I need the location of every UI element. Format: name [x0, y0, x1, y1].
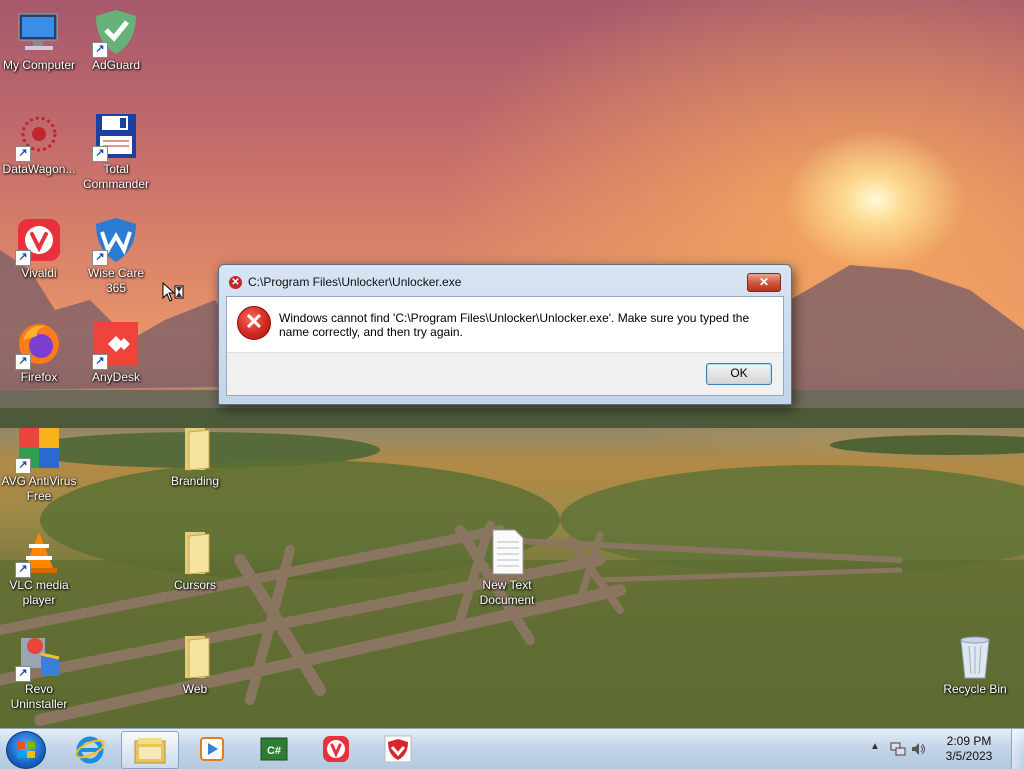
- vlc-cone-icon: ↗: [15, 528, 63, 578]
- desktop-icon-new-text-document[interactable]: New Text Document: [469, 528, 545, 608]
- shortcut-arrow-icon: ↗: [15, 354, 31, 370]
- close-button[interactable]: ✕: [747, 273, 781, 292]
- shortcut-arrow-icon: ↗: [92, 250, 108, 266]
- desktop-icon-label: New Text Document: [479, 578, 535, 607]
- folder-icon: [171, 632, 219, 680]
- dialog-title: C:\Program Files\Unlocker\Unlocker.exe: [248, 275, 462, 289]
- desktop-icon-revo[interactable]: ↗ Revo Uninstaller: [1, 632, 77, 712]
- folder-icon: [171, 424, 219, 472]
- recycle-bin-icon: [951, 632, 999, 680]
- desktop-icon-vivaldi[interactable]: ↗ Vivaldi: [1, 216, 77, 281]
- floppy-disk-icon: ↗: [92, 112, 140, 162]
- desktop-icon-label: Firefox: [20, 370, 58, 384]
- start-button[interactable]: [6, 731, 46, 769]
- show-desktop-button[interactable]: [1011, 729, 1024, 769]
- error-dialog: ✕ C:\Program Files\Unlocker\Unlocker.exe…: [218, 264, 792, 405]
- datawagon-icon: ↗: [15, 112, 63, 162]
- wise-care-shield-icon: ↗: [92, 216, 140, 266]
- desktop-icon-web[interactable]: Web: [157, 632, 233, 697]
- text-document-icon: [483, 528, 531, 576]
- desktop-icon-label: Vivaldi: [21, 266, 57, 280]
- desktop-icon-label: Branding: [170, 474, 220, 488]
- taskbar-internet-explorer[interactable]: [62, 731, 118, 767]
- clock-date: 3/5/2023: [945, 749, 993, 763]
- shortcut-arrow-icon: ↗: [92, 146, 108, 162]
- taskbar-adguard[interactable]: [370, 731, 426, 767]
- ok-button[interactable]: OK: [706, 363, 772, 385]
- desktop-icon-cursors[interactable]: Cursors: [157, 528, 233, 593]
- media-player-icon: [200, 737, 224, 761]
- shortcut-arrow-icon: ↗: [15, 562, 31, 578]
- error-icon: ✕: [237, 306, 271, 340]
- desktop-icon-anydesk[interactable]: ↗ AnyDesk: [78, 320, 154, 385]
- desktop-icon-label: VLC media player: [9, 578, 69, 607]
- desktop-icon-label: Revo Uninstaller: [10, 682, 68, 711]
- folder-icon: [171, 528, 219, 576]
- anydesk-icon: ↗: [92, 320, 140, 370]
- clock[interactable]: 2:09 PM 3/5/2023: [934, 734, 1004, 764]
- taskbar-file-explorer[interactable]: [121, 731, 179, 769]
- adguard-icon: [384, 735, 412, 763]
- show-hidden-icons-chevron-icon[interactable]: ▲: [870, 741, 880, 752]
- desktop-icon-recycle-bin[interactable]: Recycle Bin: [937, 632, 1013, 697]
- volume-icon[interactable]: [910, 741, 926, 757]
- desktop-icon-avg[interactable]: ↗ AVG AntiVirus Free: [1, 424, 77, 504]
- desktop-icon-vlc[interactable]: ↗ VLC media player: [1, 528, 77, 608]
- desktop-icon-firefox[interactable]: ↗ Firefox: [1, 320, 77, 385]
- desktop-icon-label: DataWagon...: [2, 162, 76, 176]
- desktop-icon-wise-care[interactable]: ↗ Wise Care 365: [78, 216, 154, 296]
- windows-logo-icon: [17, 742, 35, 758]
- firefox-icon: ↗: [15, 320, 63, 370]
- avg-antivirus-icon: ↗: [15, 424, 63, 474]
- adguard-shield-icon: ↗: [92, 8, 140, 58]
- shortcut-arrow-icon: ↗: [15, 250, 31, 266]
- desktop-icon-label: My Computer: [2, 58, 76, 72]
- error-message: Windows cannot find 'C:\Program Files\Un…: [279, 311, 750, 339]
- taskbar: C# ▲ 2:09 PM 3/5/2023: [0, 728, 1024, 769]
- shortcut-arrow-icon: ↗: [15, 146, 31, 162]
- revo-uninstaller-icon: ↗: [15, 632, 63, 682]
- desktop-icon-my-computer[interactable]: My Computer: [1, 8, 77, 73]
- shortcut-arrow-icon: ↗: [15, 458, 31, 474]
- dialog-footer: OK: [227, 352, 783, 395]
- clock-time: 2:09 PM: [946, 734, 992, 748]
- svg-text:C#: C#: [267, 745, 281, 757]
- dialog-titlebar[interactable]: ✕ C:\Program Files\Unlocker\Unlocker.exe: [229, 275, 461, 289]
- desktop-icon-adguard[interactable]: ↗ AdGuard: [78, 8, 154, 73]
- dialog-body: ✕ Windows cannot find 'C:\Program Files\…: [226, 296, 784, 396]
- taskbar-media-player[interactable]: [184, 731, 240, 767]
- desktop-icon-label: AVG AntiVirus Free: [1, 474, 77, 503]
- error-icon: ✕: [229, 275, 242, 289]
- shortcut-arrow-icon: ↗: [92, 354, 108, 370]
- desktop-icon-label: AnyDesk: [91, 370, 141, 384]
- file-explorer-icon: [134, 738, 166, 764]
- desktop-icon-branding[interactable]: Branding: [157, 424, 233, 489]
- shortcut-arrow-icon: ↗: [92, 42, 108, 58]
- desktop-icon-label: AdGuard: [91, 58, 141, 72]
- desktop-icon-total-commander[interactable]: ↗ Total Commander: [78, 112, 154, 192]
- csharp-editor-icon: C#: [260, 737, 288, 761]
- internet-explorer-icon: [75, 736, 105, 764]
- desktop-icon-label: Wise Care 365: [87, 266, 144, 295]
- taskbar-vivaldi[interactable]: [308, 731, 364, 767]
- desktop-icon-label: Cursors: [173, 578, 216, 592]
- network-icon[interactable]: [890, 741, 906, 757]
- system-tray: ▲ 2:09 PM 3/5/2023: [864, 729, 1024, 769]
- computer-icon: [15, 8, 63, 56]
- taskbar-csharp-editor[interactable]: C#: [246, 731, 302, 767]
- shortcut-arrow-icon: ↗: [15, 666, 31, 682]
- desktop-icon-label: Web: [182, 682, 208, 696]
- desktop-icon-label: Total Commander: [82, 162, 150, 191]
- busy-cursor-icon: [162, 282, 184, 302]
- desktop-icon-label: Recycle Bin: [943, 682, 1007, 696]
- vivaldi-icon: ↗: [15, 216, 63, 266]
- desktop-icon-datawagon[interactable]: ↗ DataWagon...: [1, 112, 77, 177]
- vivaldi-icon: [323, 736, 349, 762]
